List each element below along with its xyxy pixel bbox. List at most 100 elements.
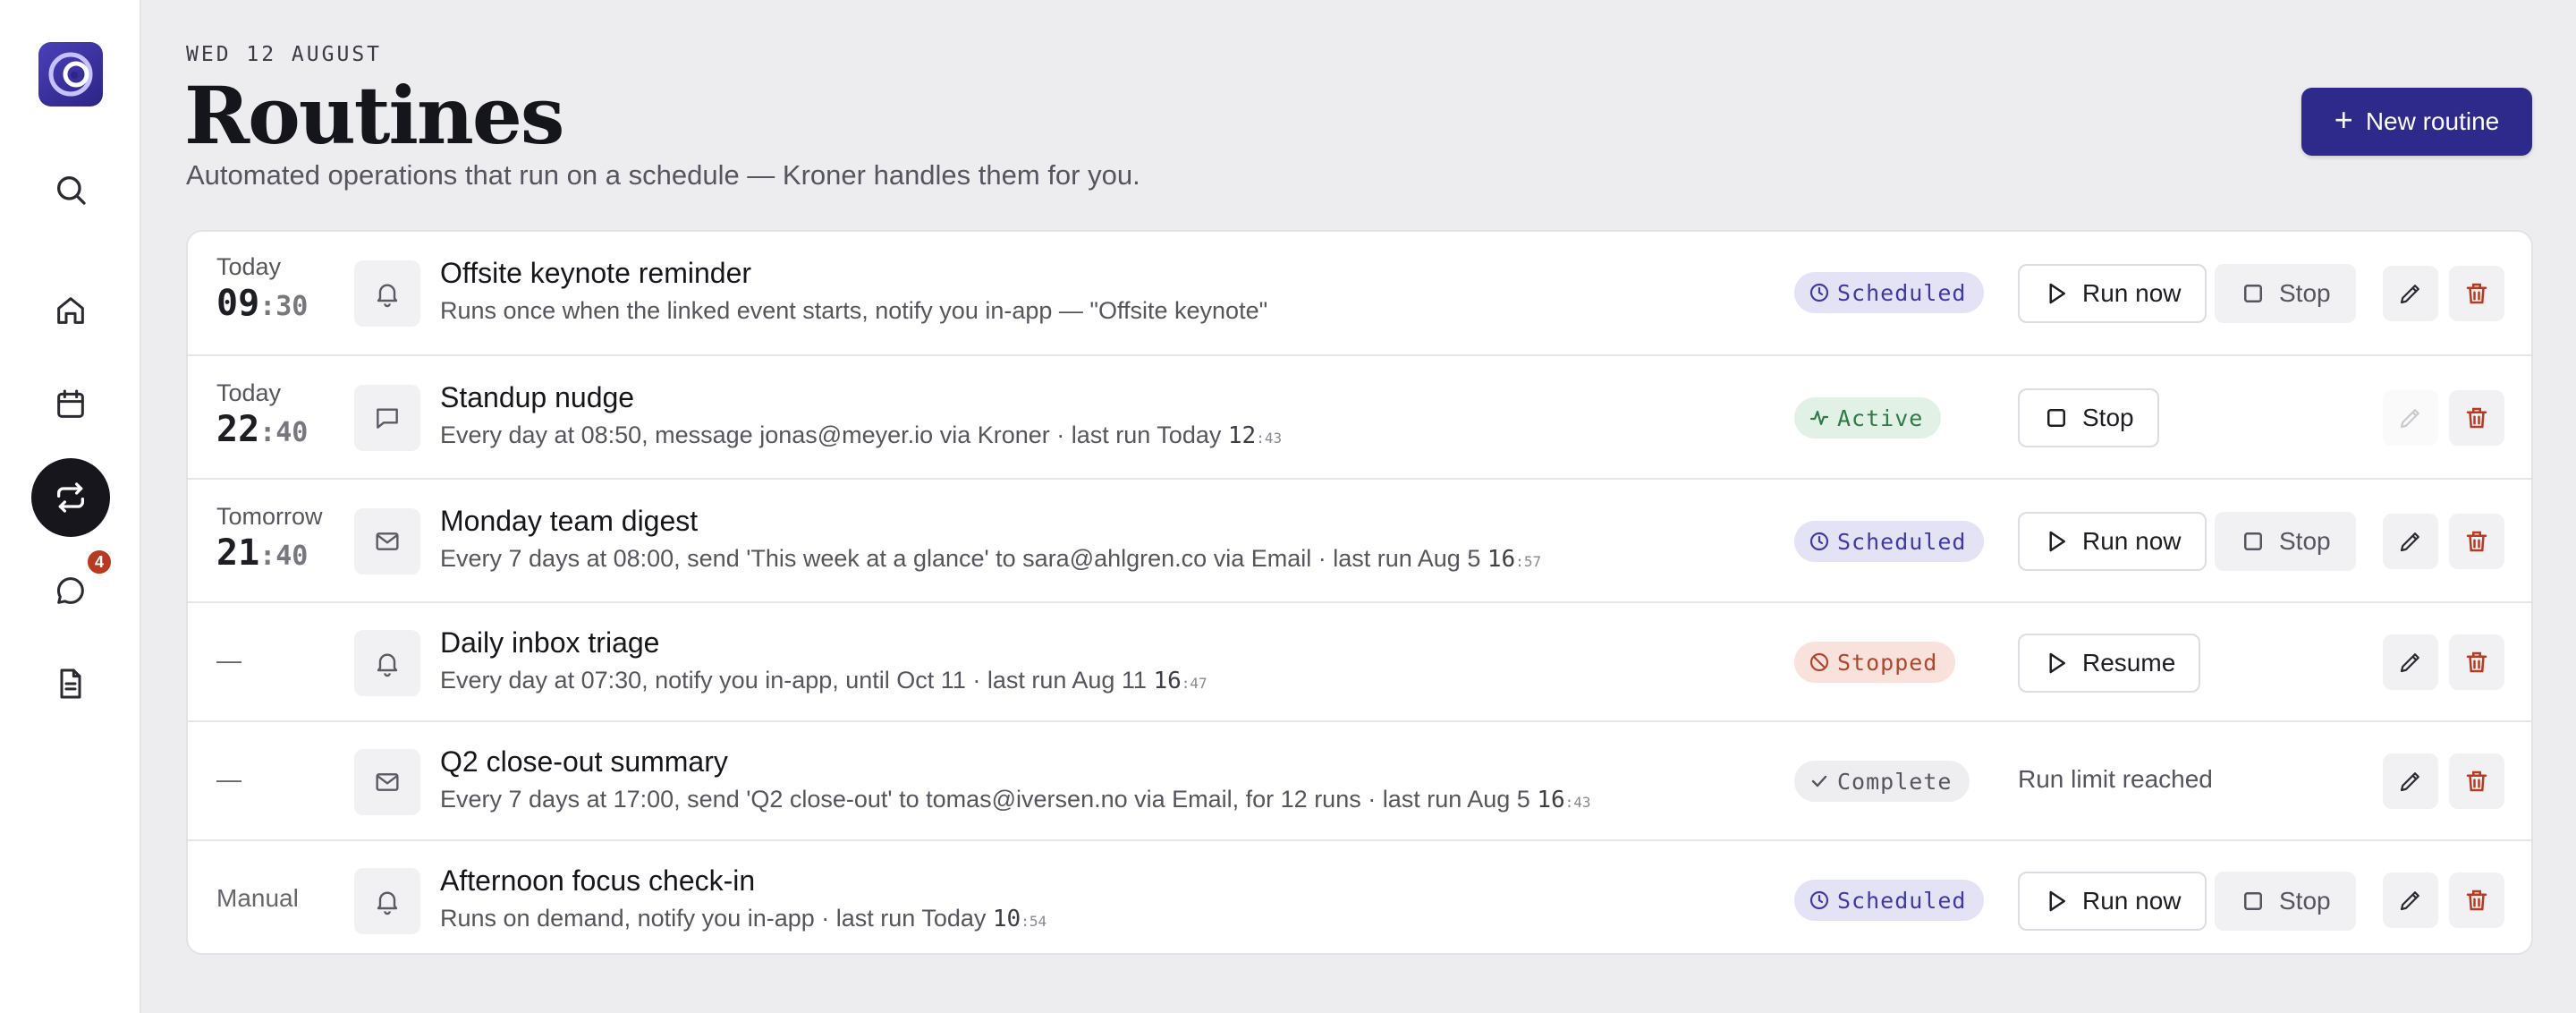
clock-icon <box>1809 532 1829 551</box>
next-run-day: — <box>216 646 242 674</box>
edit-button[interactable] <box>2383 634 2438 690</box>
nav-routines[interactable] <box>31 458 110 537</box>
new-routine-button[interactable]: + New routine <box>2301 88 2532 156</box>
repeat-icon <box>57 482 85 513</box>
next-run: Tomorrow 21:40 <box>216 503 323 574</box>
routine-name: Daily inbox triage <box>440 626 660 659</box>
play-icon <box>2049 283 2065 304</box>
bell-icon <box>354 260 420 327</box>
status-badge: Scheduled <box>1794 521 1985 562</box>
trash-icon <box>2466 531 2487 552</box>
delete-button[interactable] <box>2449 514 2504 569</box>
next-run-day: — <box>216 765 242 793</box>
logo-mark-icon <box>48 52 93 97</box>
routine-name: Q2 close-out summary <box>440 745 728 778</box>
stop-icon <box>2244 892 2262 910</box>
stop-button[interactable]: Stop <box>2018 388 2159 447</box>
routine-description: Every day at 07:30, notify you in-app, u… <box>440 667 1208 694</box>
edit-button[interactable] <box>2383 266 2438 321</box>
next-run-time: 09:30 <box>216 283 309 324</box>
next-run-day: Today <box>216 379 282 406</box>
delete-button[interactable] <box>2449 873 2504 928</box>
current-date: WED 12 AUGUST <box>186 43 383 66</box>
routine-name: Afternoon focus check-in <box>440 864 756 897</box>
clock-icon <box>1809 890 1829 910</box>
trash-icon <box>2466 890 2487 911</box>
next-run: Today 22:40 <box>216 379 308 450</box>
next-run-day: Tomorrow <box>216 503 323 530</box>
pencil-icon <box>2400 772 2419 792</box>
new-routine-label: New routine <box>2365 107 2500 135</box>
next-run-time: 21:40 <box>216 532 309 574</box>
sidebar: 4 <box>0 0 141 1013</box>
bell-icon <box>354 868 420 934</box>
delete-button[interactable] <box>2449 753 2504 809</box>
status-badge: Active <box>1794 397 1942 438</box>
nav-documents[interactable] <box>31 644 110 723</box>
stop-icon <box>2047 409 2065 427</box>
play-icon <box>2049 890 2065 912</box>
mail-icon <box>354 508 420 575</box>
edit-button[interactable] <box>2383 753 2438 809</box>
resume-button[interactable]: Resume <box>2018 634 2201 693</box>
play-icon <box>2049 531 2065 552</box>
run-now-button[interactable]: Run now <box>2018 872 2207 931</box>
stop-icon <box>2244 532 2262 550</box>
chat-badge: 4 <box>85 548 114 576</box>
routine-row[interactable]: Today 22:40 Standup nudge Every day at 0… <box>188 354 2531 478</box>
routine-row[interactable]: Manual Afternoon focus check-in Runs on … <box>188 839 2531 953</box>
routine-name: Offsite keynote reminder <box>440 257 752 289</box>
routine-description: Every 7 days at 08:00, send 'This week a… <box>440 545 1542 573</box>
routine-description: Every 7 days at 17:00, send 'Q2 close-ou… <box>440 786 1591 813</box>
routine-description: Runs once when the linked event starts, … <box>440 297 1268 324</box>
next-run-time: 22:40 <box>216 409 309 450</box>
home-icon <box>57 297 84 324</box>
search-icon <box>57 176 86 205</box>
app-logo[interactable] <box>38 42 103 106</box>
trash-icon <box>2466 651 2487 673</box>
message-icon <box>354 385 420 451</box>
nav-search[interactable] <box>31 150 110 229</box>
pencil-icon <box>2400 532 2419 552</box>
edit-button[interactable] <box>2383 514 2438 569</box>
status-badge: Scheduled <box>1794 880 1985 921</box>
routine-name: Monday team digest <box>440 505 699 537</box>
routine-name: Standup nudge <box>440 381 635 413</box>
run-now-button[interactable]: Run now <box>2018 264 2207 323</box>
stop-button[interactable]: Stop <box>2215 264 2356 323</box>
stop-button[interactable]: Stop <box>2215 872 2356 931</box>
plus-icon: + <box>2334 101 2353 138</box>
run-now-button[interactable]: Run now <box>2018 512 2207 571</box>
stop-icon <box>2244 285 2262 302</box>
status-badge: Scheduled <box>1794 272 1985 313</box>
routine-row[interactable]: — Q2 close-out summary Every 7 days at 1… <box>188 720 2531 839</box>
page-title: Routines <box>184 69 564 162</box>
pencil-icon <box>2400 285 2419 304</box>
next-run-day: Today <box>216 253 282 280</box>
next-run-day: Manual <box>216 884 299 912</box>
status-badge: Complete <box>1794 761 1970 802</box>
delete-button[interactable] <box>2449 266 2504 321</box>
pencil-icon <box>2400 409 2419 429</box>
chat-icon <box>57 577 84 604</box>
edit-button[interactable] <box>2383 873 2438 928</box>
bell-icon <box>354 630 420 696</box>
next-run: — <box>216 646 242 675</box>
stop-button[interactable]: Stop <box>2215 512 2356 571</box>
delete-button[interactable] <box>2449 390 2504 446</box>
next-run: Today 09:30 <box>216 253 308 324</box>
routine-row[interactable]: Today 09:30 Offsite keynote reminder Run… <box>188 232 2531 354</box>
activity-icon <box>1809 410 1829 426</box>
nav-home[interactable] <box>31 271 110 350</box>
nav-calendar[interactable] <box>31 365 110 444</box>
next-run: — <box>216 765 242 794</box>
routine-row[interactable]: — Daily inbox triage Every day at 07:30,… <box>188 601 2531 720</box>
status-badge: Stopped <box>1794 642 1956 683</box>
delete-button[interactable] <box>2449 634 2504 690</box>
routine-description: Runs on demand, notify you in-app · last… <box>440 905 1047 932</box>
routine-row[interactable]: Tomorrow 21:40 Monday team digest Every … <box>188 478 2531 601</box>
ban-icon <box>1809 652 1829 672</box>
run-limit-text: Run limit reached <box>2018 765 2213 793</box>
check-icon <box>1811 775 1827 787</box>
page-subtitle: Automated operations that run on a sched… <box>186 159 1140 191</box>
